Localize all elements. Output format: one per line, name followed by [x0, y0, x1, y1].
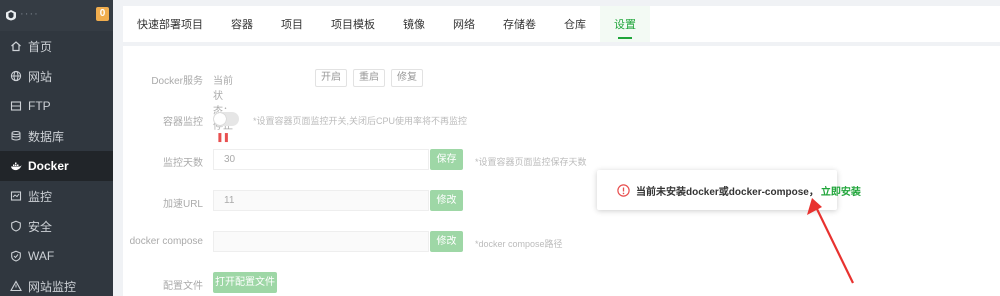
globe-icon — [10, 70, 22, 82]
shield-icon — [10, 220, 22, 232]
docker-service-label: Docker服务 — [151, 76, 203, 87]
docker-tabs: 快速部署项目 容器 项目 项目模板 镜像 网络 存储卷 仓库 设置 — [123, 6, 1000, 42]
tab-settings[interactable]: 设置 — [600, 6, 650, 42]
sidebar-item-label: 监控 — [28, 189, 53, 204]
docker-status: 当前状态：停止❚❚ — [213, 72, 233, 143]
notification-badge[interactable]: 0 — [96, 7, 109, 21]
panel-logo-icon — [5, 9, 17, 21]
tab-quick-deploy[interactable]: 快速部署项目 — [123, 6, 217, 42]
sidebar-header: · · · · 0 — [0, 0, 113, 31]
sidebar-item-label: 数据库 — [28, 129, 65, 144]
monitor-days-label: 监控天数 — [163, 158, 203, 169]
tab-projects[interactable]: 项目 — [267, 6, 317, 42]
sidebar-item-website[interactable]: 网站 — [0, 61, 113, 91]
save-button[interactable]: 保存 — [430, 149, 463, 170]
sidebar-item-label: 首页 — [28, 39, 53, 54]
sidebar-item-ftp[interactable]: FTP — [0, 91, 113, 121]
sidebar-item-label: Docker — [28, 159, 69, 173]
install-warning-toast: 当前未安装docker或docker-compose， 立即安装 — [597, 170, 861, 210]
server-name: · · · · — [20, 8, 38, 20]
tab-volumes[interactable]: 存储卷 — [489, 6, 550, 42]
sidebar-item-label: 安全 — [28, 219, 53, 234]
tab-registry[interactable]: 仓库 — [550, 6, 600, 42]
monitor-days-input[interactable]: 30 — [213, 149, 429, 170]
sidebar-item-label: WAF — [28, 249, 55, 263]
accel-url-input[interactable]: 11 — [213, 190, 429, 211]
install-now-link[interactable]: 立即安装 — [821, 183, 861, 198]
edit-accel-url-button[interactable]: 修改 — [430, 190, 463, 211]
open-config-file-button[interactable]: 打开配置文件 — [213, 272, 277, 293]
monitor-days-hint: *设置容器页面监控保存天数 — [475, 157, 587, 167]
repair-button[interactable]: 修复 — [391, 69, 423, 87]
stopped-icon: ❚❚ — [216, 132, 230, 142]
container-monitor-label: 容器监控 — [163, 117, 203, 128]
tab-containers[interactable]: 容器 — [217, 6, 267, 42]
ftp-icon — [10, 100, 22, 112]
config-file-label: 配置文件 — [163, 281, 203, 292]
docker-compose-input[interactable] — [213, 231, 429, 252]
tab-images[interactable]: 镜像 — [389, 6, 439, 42]
sidebar-item-label: 网站 — [28, 69, 53, 84]
tab-project-templates[interactable]: 项目模板 — [317, 6, 389, 42]
warning-circle-icon — [617, 183, 630, 197]
sidebar-item-label: 网站监控 — [28, 279, 77, 294]
monitor-icon — [10, 190, 22, 202]
sidebar-item-monitor[interactable]: 监控 — [0, 181, 113, 211]
sidebar: · · · · 0 首页 网站 FTP 数据库 Docker 监控 安全 WAF… — [0, 0, 113, 296]
site-monitor-icon — [10, 280, 22, 292]
sidebar-nav: 首页 网站 FTP 数据库 Docker 监控 安全 WAF 网站监控 — [0, 31, 113, 296]
accel-url-label: 加速URL — [162, 199, 203, 210]
tab-networks[interactable]: 网络 — [439, 6, 489, 42]
restart-button[interactable]: 重启 — [353, 69, 385, 87]
start-button[interactable]: 开启 — [315, 69, 347, 87]
sidebar-item-label: FTP — [28, 99, 51, 113]
sidebar-item-docker[interactable]: Docker — [0, 151, 113, 181]
waf-icon — [10, 250, 22, 262]
home-icon — [10, 40, 22, 52]
docker-compose-hint: *docker compose路径 — [475, 239, 563, 249]
database-icon — [10, 130, 22, 142]
container-monitor-toggle[interactable] — [213, 112, 239, 126]
docker-compose-label: docker compose — [129, 236, 203, 247]
toast-message: 当前未安装docker或docker-compose， — [636, 186, 819, 198]
sidebar-item-site-monitor[interactable]: 网站监控 — [0, 271, 113, 296]
settings-panel: Docker服务 当前状态：停止❚❚ 开启 重启 修复 容器监控 *设置容器页面… — [123, 46, 1000, 296]
edit-docker-compose-button[interactable]: 修改 — [430, 231, 463, 252]
container-monitor-hint: *设置容器页面监控开关,关闭后CPU使用率将不再监控 — [253, 116, 468, 126]
sidebar-item-security[interactable]: 安全 — [0, 211, 113, 241]
sidebar-item-home[interactable]: 首页 — [0, 31, 113, 61]
docker-icon — [10, 160, 22, 172]
sidebar-item-database[interactable]: 数据库 — [0, 121, 113, 151]
sidebar-item-waf[interactable]: WAF — [0, 241, 113, 271]
